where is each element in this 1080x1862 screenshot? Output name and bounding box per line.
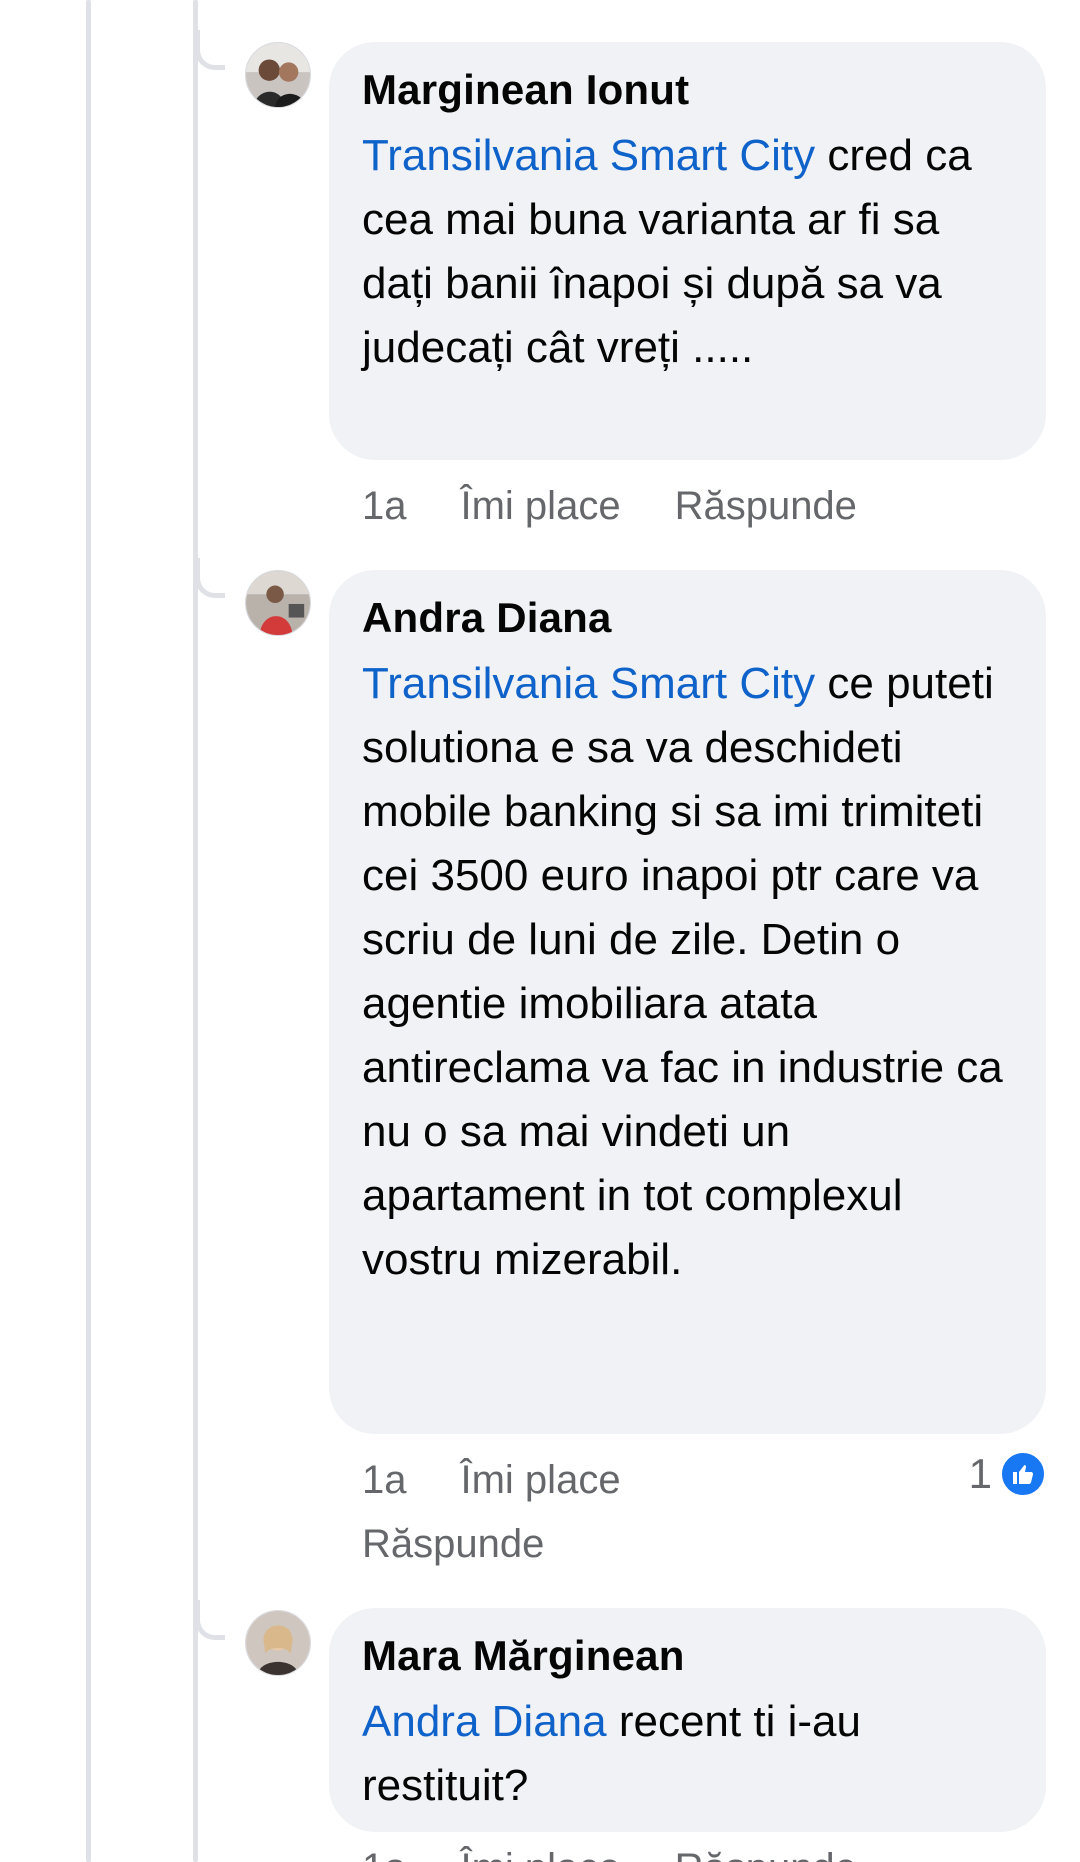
- avatar[interactable]: [245, 42, 311, 108]
- comment-bubble: Andra Diana Transilvania Smart City ce p…: [329, 570, 1046, 1434]
- comment-text: Transilvania Smart City ce puteti soluti…: [362, 652, 1016, 1292]
- comment-author[interactable]: Marginean Ionut: [362, 64, 1016, 116]
- comment-time[interactable]: 1a: [362, 1843, 407, 1862]
- inner-thread-line: [193, 0, 198, 1862]
- comment-author[interactable]: Andra Diana: [362, 592, 1016, 644]
- like-button[interactable]: Îmi place: [461, 1843, 621, 1862]
- comment-thread: Răspunde Marginean Ionut Transilvania Sm…: [0, 0, 1080, 1862]
- mention-link[interactable]: Transilvania Smart City: [362, 131, 815, 180]
- reply-connector: [195, 1600, 225, 1640]
- avatar-photo-icon: [246, 43, 310, 107]
- comment-actions: 1a Îmi place Răspunde: [362, 1448, 762, 1576]
- comment-text: Andra Diana recent ti i-au restituit?: [362, 1690, 1016, 1818]
- reply-button[interactable]: Răspunde: [675, 1843, 857, 1862]
- comment-time[interactable]: 1a: [362, 474, 407, 538]
- comment-bubble: Marginean Ionut Transilvania Smart City …: [329, 42, 1046, 460]
- reaction-summary[interactable]: 1: [969, 1450, 1046, 1498]
- mention-link[interactable]: Andra Diana: [362, 1697, 607, 1746]
- reply-connector: [195, 30, 225, 70]
- avatar[interactable]: [245, 570, 311, 636]
- reaction-count: 1: [968, 1450, 992, 1497]
- avatar-photo-icon: [246, 571, 310, 635]
- reply-connector: [195, 558, 225, 598]
- mention-link[interactable]: Transilvania Smart City: [362, 659, 815, 708]
- outer-thread-line: [86, 0, 91, 1862]
- avatar-photo-icon: [246, 1611, 310, 1675]
- comment-text: Transilvania Smart City cred ca cea mai …: [362, 124, 1016, 380]
- like-button[interactable]: Îmi place: [461, 474, 621, 538]
- like-button[interactable]: Îmi place: [461, 1448, 621, 1512]
- like-icon: [1000, 1451, 1046, 1497]
- reply-button[interactable]: Răspunde: [362, 1512, 544, 1576]
- comment-time[interactable]: 1a: [362, 1448, 407, 1512]
- comment-bubble: Mara Mărginean Andra Diana recent ti i-a…: [329, 1608, 1046, 1832]
- reply-button[interactable]: Răspunde: [675, 474, 857, 538]
- comment-actions: 1a Îmi place Răspunde: [362, 1843, 857, 1862]
- comment-author[interactable]: Mara Mărginean: [362, 1630, 1016, 1682]
- comment-actions: 1a Îmi place Răspunde: [362, 474, 857, 538]
- comment-body: ce puteti solutiona e sa va deschideti m…: [362, 659, 1003, 1284]
- previous-comment-actions: Răspunde: [362, 0, 544, 8]
- avatar[interactable]: [245, 1610, 311, 1676]
